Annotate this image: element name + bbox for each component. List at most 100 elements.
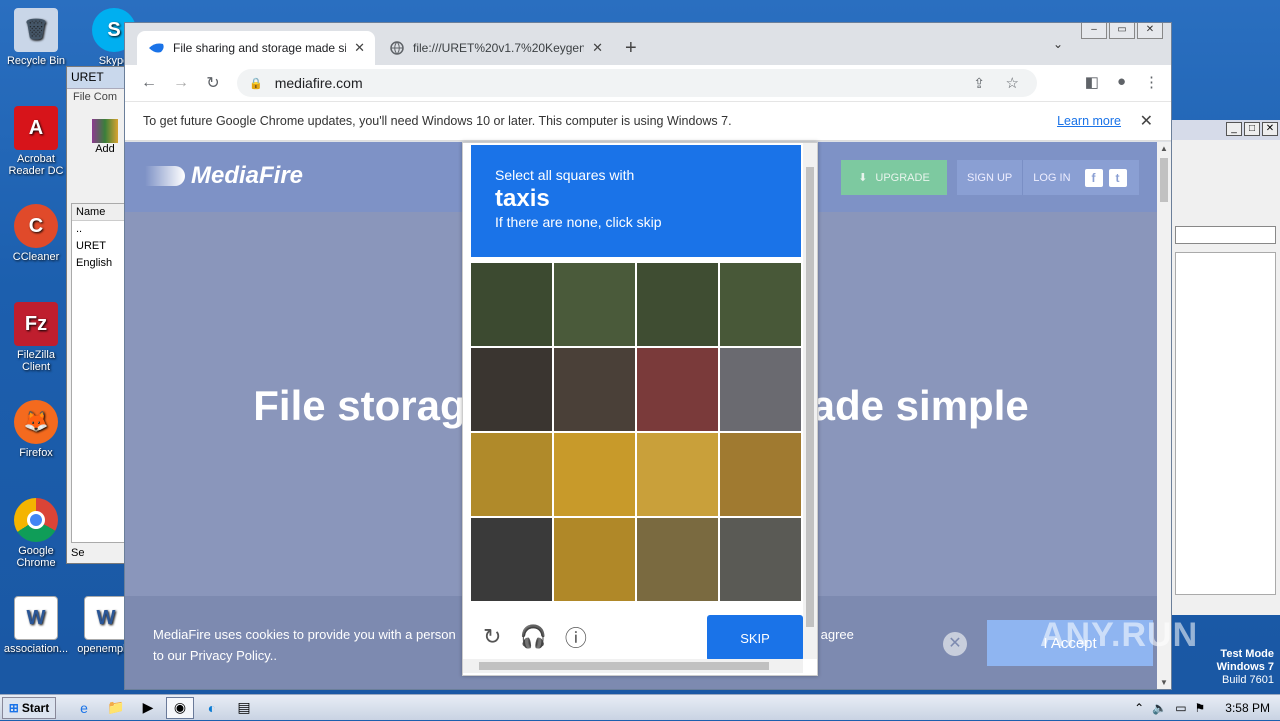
audio-headphones-icon[interactable]: 🎧 (519, 624, 546, 650)
tab-file[interactable]: file:///URET%20v1.7%20Keygen%... ✕ (377, 31, 613, 65)
desktop-icon-recycle-bin[interactable]: 🗑 Recycle Bin (2, 8, 70, 67)
sign-up-link[interactable]: SIGN UP (957, 172, 1022, 184)
tab-mediafire[interactable]: File sharing and storage made simple ✕ (137, 31, 375, 65)
cookie-close-icon[interactable]: ✕ (943, 632, 967, 656)
close-icon[interactable]: ✕ (1137, 23, 1163, 39)
facebook-icon[interactable]: f (1084, 168, 1103, 187)
bookmark-star-icon[interactable]: ☆ (1006, 74, 1019, 92)
explorer-menu: File Com (67, 89, 127, 107)
captcha-vertical-scrollbar[interactable] (803, 143, 817, 659)
list-item[interactable]: English (72, 255, 128, 272)
add-button[interactable]: Add (89, 119, 121, 159)
scroll-up-icon[interactable]: ▲ (1157, 144, 1171, 153)
address-bar[interactable]: 🔒 mediafire.com ⇪ ☆ (237, 69, 1037, 97)
close-icon[interactable]: ✕ (1262, 122, 1278, 136)
captcha-tile[interactable] (720, 518, 801, 601)
list-item[interactable]: .. (72, 221, 128, 238)
list-item[interactable]: URET (72, 238, 128, 255)
clock[interactable]: 3:58 PM (1225, 701, 1270, 715)
minimize-icon[interactable]: ‒ (1081, 23, 1107, 39)
profile-icon[interactable]: ● (1117, 73, 1126, 91)
captcha-tile[interactable] (720, 433, 801, 516)
tab-search-icon[interactable]: ⌄ (1053, 37, 1063, 51)
side-panel-icon[interactable]: ◧ (1085, 73, 1099, 91)
infobar-message: To get future Google Chrome updates, you… (143, 114, 732, 128)
tab-close-icon[interactable]: ✕ (592, 40, 603, 56)
scrollbar-thumb[interactable] (479, 662, 769, 670)
upgrade-button[interactable]: ⬇ UPGRADE (841, 160, 947, 195)
captcha-tile[interactable] (637, 518, 718, 601)
chrome-window-controls: ‒ ▭ ✕ (1081, 23, 1163, 39)
captcha-horizontal-scrollbar[interactable] (463, 659, 803, 673)
restore-icon[interactable]: ▭ (1109, 23, 1135, 39)
captcha-tile[interactable] (554, 348, 635, 431)
desktop-icon-ccleaner[interactable]: C CCleaner (2, 204, 70, 263)
menu-file[interactable]: File (73, 91, 91, 103)
lock-icon: 🔒 (249, 77, 263, 90)
captcha-tile[interactable] (471, 433, 552, 516)
recycle-bin-icon: 🗑 (14, 8, 58, 52)
captcha-tile[interactable] (471, 348, 552, 431)
desktop-icon-association[interactable]: W association... (2, 596, 70, 655)
folder-icon[interactable]: 📁 (102, 697, 130, 719)
ie-icon[interactable]: e (70, 697, 98, 719)
captcha-tile[interactable] (720, 348, 801, 431)
page-scrollbar[interactable]: ▲ ▼ (1157, 142, 1171, 689)
scrollbar-thumb[interactable] (806, 167, 814, 627)
explorer-window: URET File Com Add Name .. URET English S… (66, 66, 129, 564)
flag-icon[interactable]: ⚑ (1195, 701, 1206, 715)
log-in-link[interactable]: LOG IN (1023, 172, 1080, 184)
reload-icon[interactable]: ↻ (197, 73, 229, 93)
learn-more-link[interactable]: Learn more (1057, 114, 1121, 128)
volume-icon[interactable]: 🔈 (1152, 701, 1167, 715)
column-name[interactable]: Name (72, 204, 128, 221)
twitter-icon[interactable]: t (1108, 168, 1127, 187)
infobar-close-icon[interactable]: ✕ (1140, 111, 1153, 131)
captcha-tile[interactable] (637, 348, 718, 431)
network-icon[interactable]: ▭ (1175, 701, 1186, 715)
scrollbar-thumb[interactable] (1160, 158, 1168, 202)
desktop-icon-filezilla[interactable]: Fz FileZilla Client (2, 302, 70, 373)
share-icon[interactable]: ⇪ (973, 75, 985, 92)
acrobat-icon: A (14, 106, 58, 150)
desktop-icon-chrome[interactable]: Google Chrome (2, 498, 70, 569)
captcha-tile[interactable] (637, 433, 718, 516)
explorer-status: Se (71, 547, 85, 559)
test-mode-notice: Test Mode Windows 7 Build 7601 (1216, 648, 1274, 686)
dropdown[interactable] (1175, 226, 1276, 244)
globe-icon (389, 40, 405, 56)
winrar-icon[interactable]: ▤ (230, 697, 258, 719)
system-tray: ⌃ 🔈 ▭ ⚑ 3:58 PM (1134, 695, 1280, 721)
new-tab-icon[interactable]: + (625, 37, 637, 60)
info-icon[interactable]: ⓘ (565, 621, 587, 653)
skip-button[interactable]: SKIP (707, 615, 803, 661)
maximize-icon[interactable]: □ (1244, 122, 1260, 136)
captcha-tile[interactable] (554, 518, 635, 601)
desktop-icon-acrobat[interactable]: A Acrobat Reader DC (2, 106, 70, 177)
captcha-tile[interactable] (554, 433, 635, 516)
tray-expand-icon[interactable]: ⌃ (1134, 701, 1144, 715)
minimize-icon[interactable]: _ (1226, 122, 1242, 136)
menu-icon[interactable]: ⋮ (1144, 73, 1159, 91)
captcha-tile[interactable] (637, 263, 718, 346)
captcha-tile[interactable] (720, 263, 801, 346)
forward-icon[interactable]: → (165, 74, 197, 92)
scroll-down-icon[interactable]: ▼ (1157, 678, 1171, 687)
back-icon[interactable]: ← (133, 74, 165, 92)
chrome-taskbar-icon[interactable]: ◉ (166, 696, 194, 719)
reload-icon[interactable]: ↻ (483, 624, 501, 650)
media-player-icon[interactable]: ▶ (134, 697, 162, 719)
menu-commands[interactable]: Com (94, 91, 117, 103)
chrome-icon (14, 498, 58, 542)
edge-icon[interactable]: ◐ (198, 697, 226, 719)
start-button[interactable]: ⊞ Start (2, 696, 56, 719)
captcha-header: Select all squares with taxis If there a… (471, 145, 801, 257)
mediafire-logo[interactable]: MediaFire (145, 162, 303, 190)
desktop-icon-firefox[interactable]: 🦊 Firefox (2, 400, 70, 459)
update-infobar: To get future Google Chrome updates, you… (125, 101, 1171, 141)
captcha-tile[interactable] (471, 263, 552, 346)
tab-close-icon[interactable]: ✕ (354, 40, 365, 56)
download-icon: ⬇ (858, 172, 868, 184)
captcha-tile[interactable] (554, 263, 635, 346)
captcha-tile[interactable] (471, 518, 552, 601)
